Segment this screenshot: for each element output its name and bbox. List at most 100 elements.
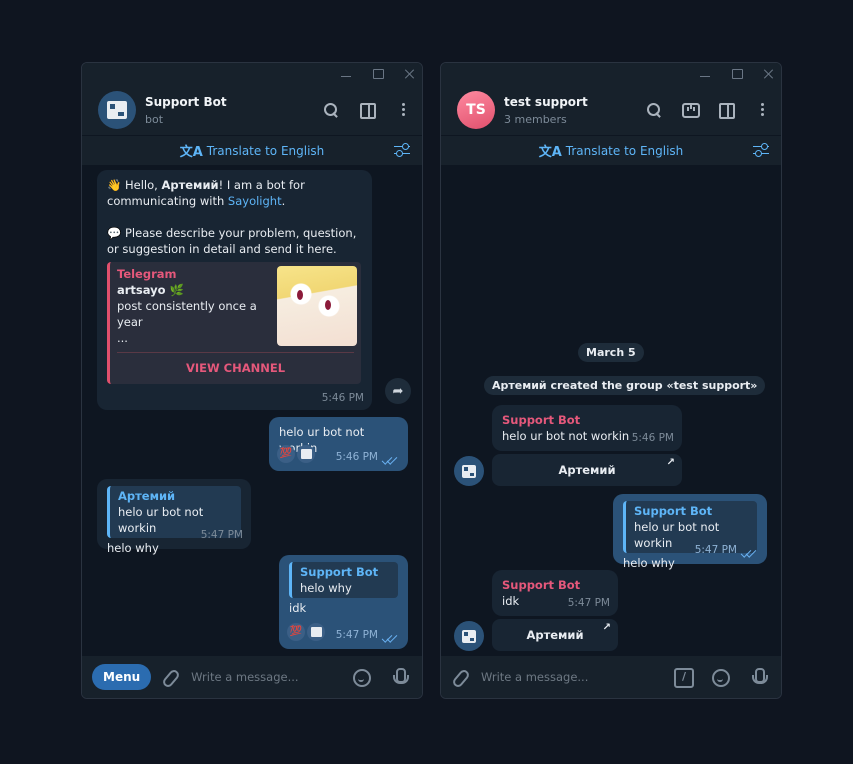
chat-header[interactable]: Support Bot bot (82, 85, 422, 135)
reply-quote[interactable]: Support Bot helo why (289, 562, 398, 598)
message-time: 5:46 PM (631, 432, 674, 444)
search-icon[interactable] (645, 101, 663, 119)
reaction-user-avatar (307, 623, 325, 641)
open-arrow-icon: ↗ (602, 622, 611, 633)
date-badge: March 5 (578, 343, 644, 362)
inline-button-label: Артемий (558, 463, 616, 477)
translate-bar[interactable]: 文A Translate to English (82, 135, 422, 165)
chat-header[interactable]: TS test support 3 members (441, 85, 781, 135)
avatar[interactable]: TS (457, 91, 495, 129)
minimize-icon[interactable] (340, 68, 352, 80)
emoji-icon[interactable] (352, 668, 371, 687)
support-bot-window: Support Bot bot 文A Translate to English … (81, 62, 423, 699)
attach-icon[interactable] (451, 668, 469, 686)
attach-icon[interactable] (161, 668, 179, 686)
read-checks-icon (382, 454, 398, 462)
message-composer: Write a message... (441, 656, 781, 698)
open-arrow-icon: ↗ (666, 457, 675, 468)
bot-commands-icon[interactable] (673, 668, 694, 688)
avatar[interactable] (98, 91, 136, 129)
incoming-message[interactable]: Support Bot helo ur bot not workin 5:46 … (492, 405, 682, 451)
chat-subtitle: 3 members (504, 112, 567, 126)
chat-title: Support Bot (145, 94, 227, 109)
welcome-message[interactable]: 👋 Hello, Артемий! I am a bot for communi… (97, 170, 372, 410)
translate-label[interactable]: Translate to English (566, 144, 684, 158)
message-time: 5:46 PM (335, 451, 378, 463)
text-segment: Please describe your problem, question, … (107, 226, 357, 256)
read-checks-icon (382, 632, 398, 640)
translate-bar[interactable]: 文A Translate to English (441, 135, 781, 165)
test-support-window: TS test support 3 members 文A Translate t… (440, 62, 782, 699)
menu-button[interactable]: Menu (92, 664, 152, 690)
close-icon[interactable] (404, 68, 416, 80)
reactions[interactable]: 💯 (287, 623, 325, 641)
wave-emoji: 👋 (107, 178, 122, 192)
reactions[interactable]: 💯 (277, 445, 315, 463)
voice-chat-icon[interactable] (681, 101, 700, 119)
sender-avatar[interactable] (454, 456, 484, 486)
share-icon[interactable]: ➦ (385, 378, 411, 404)
window-titlebar (82, 63, 422, 85)
reply-author: Support Bot (634, 504, 713, 518)
translate-icon: 文A (179, 145, 203, 160)
message-time: 5:47 PM (200, 529, 243, 541)
preview-ellipsis: ... (117, 331, 128, 345)
reply-text: helo why (300, 581, 352, 595)
minimize-icon[interactable] (699, 68, 711, 80)
sidebar-toggle-icon[interactable] (358, 101, 376, 119)
speech-emoji: 💬 (107, 226, 122, 240)
microphone-icon[interactable] (390, 668, 409, 686)
reply-author: Support Bot (300, 565, 379, 579)
outgoing-message[interactable]: Support Bot helo ur bot not workin helo … (613, 494, 767, 570)
incoming-message[interactable]: Артемий helo ur bot not workin helo why … (97, 479, 251, 555)
maximize-icon[interactable] (372, 68, 384, 80)
message-input[interactable]: Write a message... (191, 670, 352, 684)
outgoing-message[interactable]: helo ur bot not workin 💯 5:46 PM (269, 417, 408, 471)
reaction-hundred[interactable]: 💯 (287, 623, 305, 641)
inline-button-user[interactable]: Артемий ↗ (492, 619, 618, 651)
inline-button-user[interactable]: Артемий ↗ (492, 454, 682, 486)
chat-subtitle: bot (145, 112, 164, 126)
translate-label[interactable]: Translate to English (207, 144, 325, 158)
link-preview[interactable]: Telegram artsayo 🌿 post consistently onc… (107, 262, 361, 384)
sidebar-toggle-icon[interactable] (717, 101, 735, 119)
bot-avatar-icon (462, 464, 476, 478)
reaction-user-avatar (297, 445, 315, 463)
text-segment: . (281, 194, 286, 208)
translate-icon: 文A (538, 145, 562, 160)
incoming-message[interactable]: Support Bot idk 5:47 PM (492, 570, 618, 616)
reply-author: Артемий (118, 489, 176, 503)
translate-settings-icon[interactable] (394, 143, 410, 157)
more-icon[interactable] (753, 101, 771, 119)
reaction-hundred[interactable]: 💯 (277, 445, 295, 463)
message-list[interactable]: 👋 Hello, Артемий! I am a bot for communi… (82, 165, 422, 656)
message-time: 5:47 PM (694, 544, 737, 556)
search-icon[interactable] (322, 101, 340, 119)
message-time: 5:46 PM (321, 392, 364, 404)
inline-button-label: Артемий (526, 628, 584, 642)
sender-avatar[interactable] (454, 621, 484, 651)
outgoing-message[interactable]: Support Bot helo why idk 💯 5:47 PM (279, 555, 408, 649)
sender-name: Support Bot (502, 578, 581, 592)
message-input[interactable]: Write a message... (481, 670, 673, 684)
preview-source: Telegram (117, 267, 177, 281)
view-channel-button[interactable]: VIEW CHANNEL (110, 360, 361, 376)
more-icon[interactable] (394, 101, 412, 119)
emoji-icon[interactable] (711, 668, 730, 687)
user-name: Артемий (161, 178, 219, 192)
translate-settings-icon[interactable] (753, 143, 769, 157)
microphone-icon[interactable] (749, 668, 768, 686)
message-text-2: 💬 Please describe your problem, question… (107, 225, 362, 257)
sayolight-link[interactable]: Sayolight (228, 194, 282, 208)
sender-name: Support Bot (502, 413, 581, 427)
text-segment: Hello, (124, 178, 162, 192)
close-icon[interactable] (763, 68, 775, 80)
preview-image (277, 266, 357, 346)
read-checks-icon (741, 547, 757, 555)
window-titlebar (441, 63, 781, 85)
maximize-icon[interactable] (731, 68, 743, 80)
preview-title: artsayo 🌿 (117, 283, 184, 297)
message-list[interactable]: March 5 Артемий created the group «test … (441, 165, 781, 656)
bot-avatar-icon (462, 629, 476, 643)
bot-avatar-icon (107, 101, 127, 119)
